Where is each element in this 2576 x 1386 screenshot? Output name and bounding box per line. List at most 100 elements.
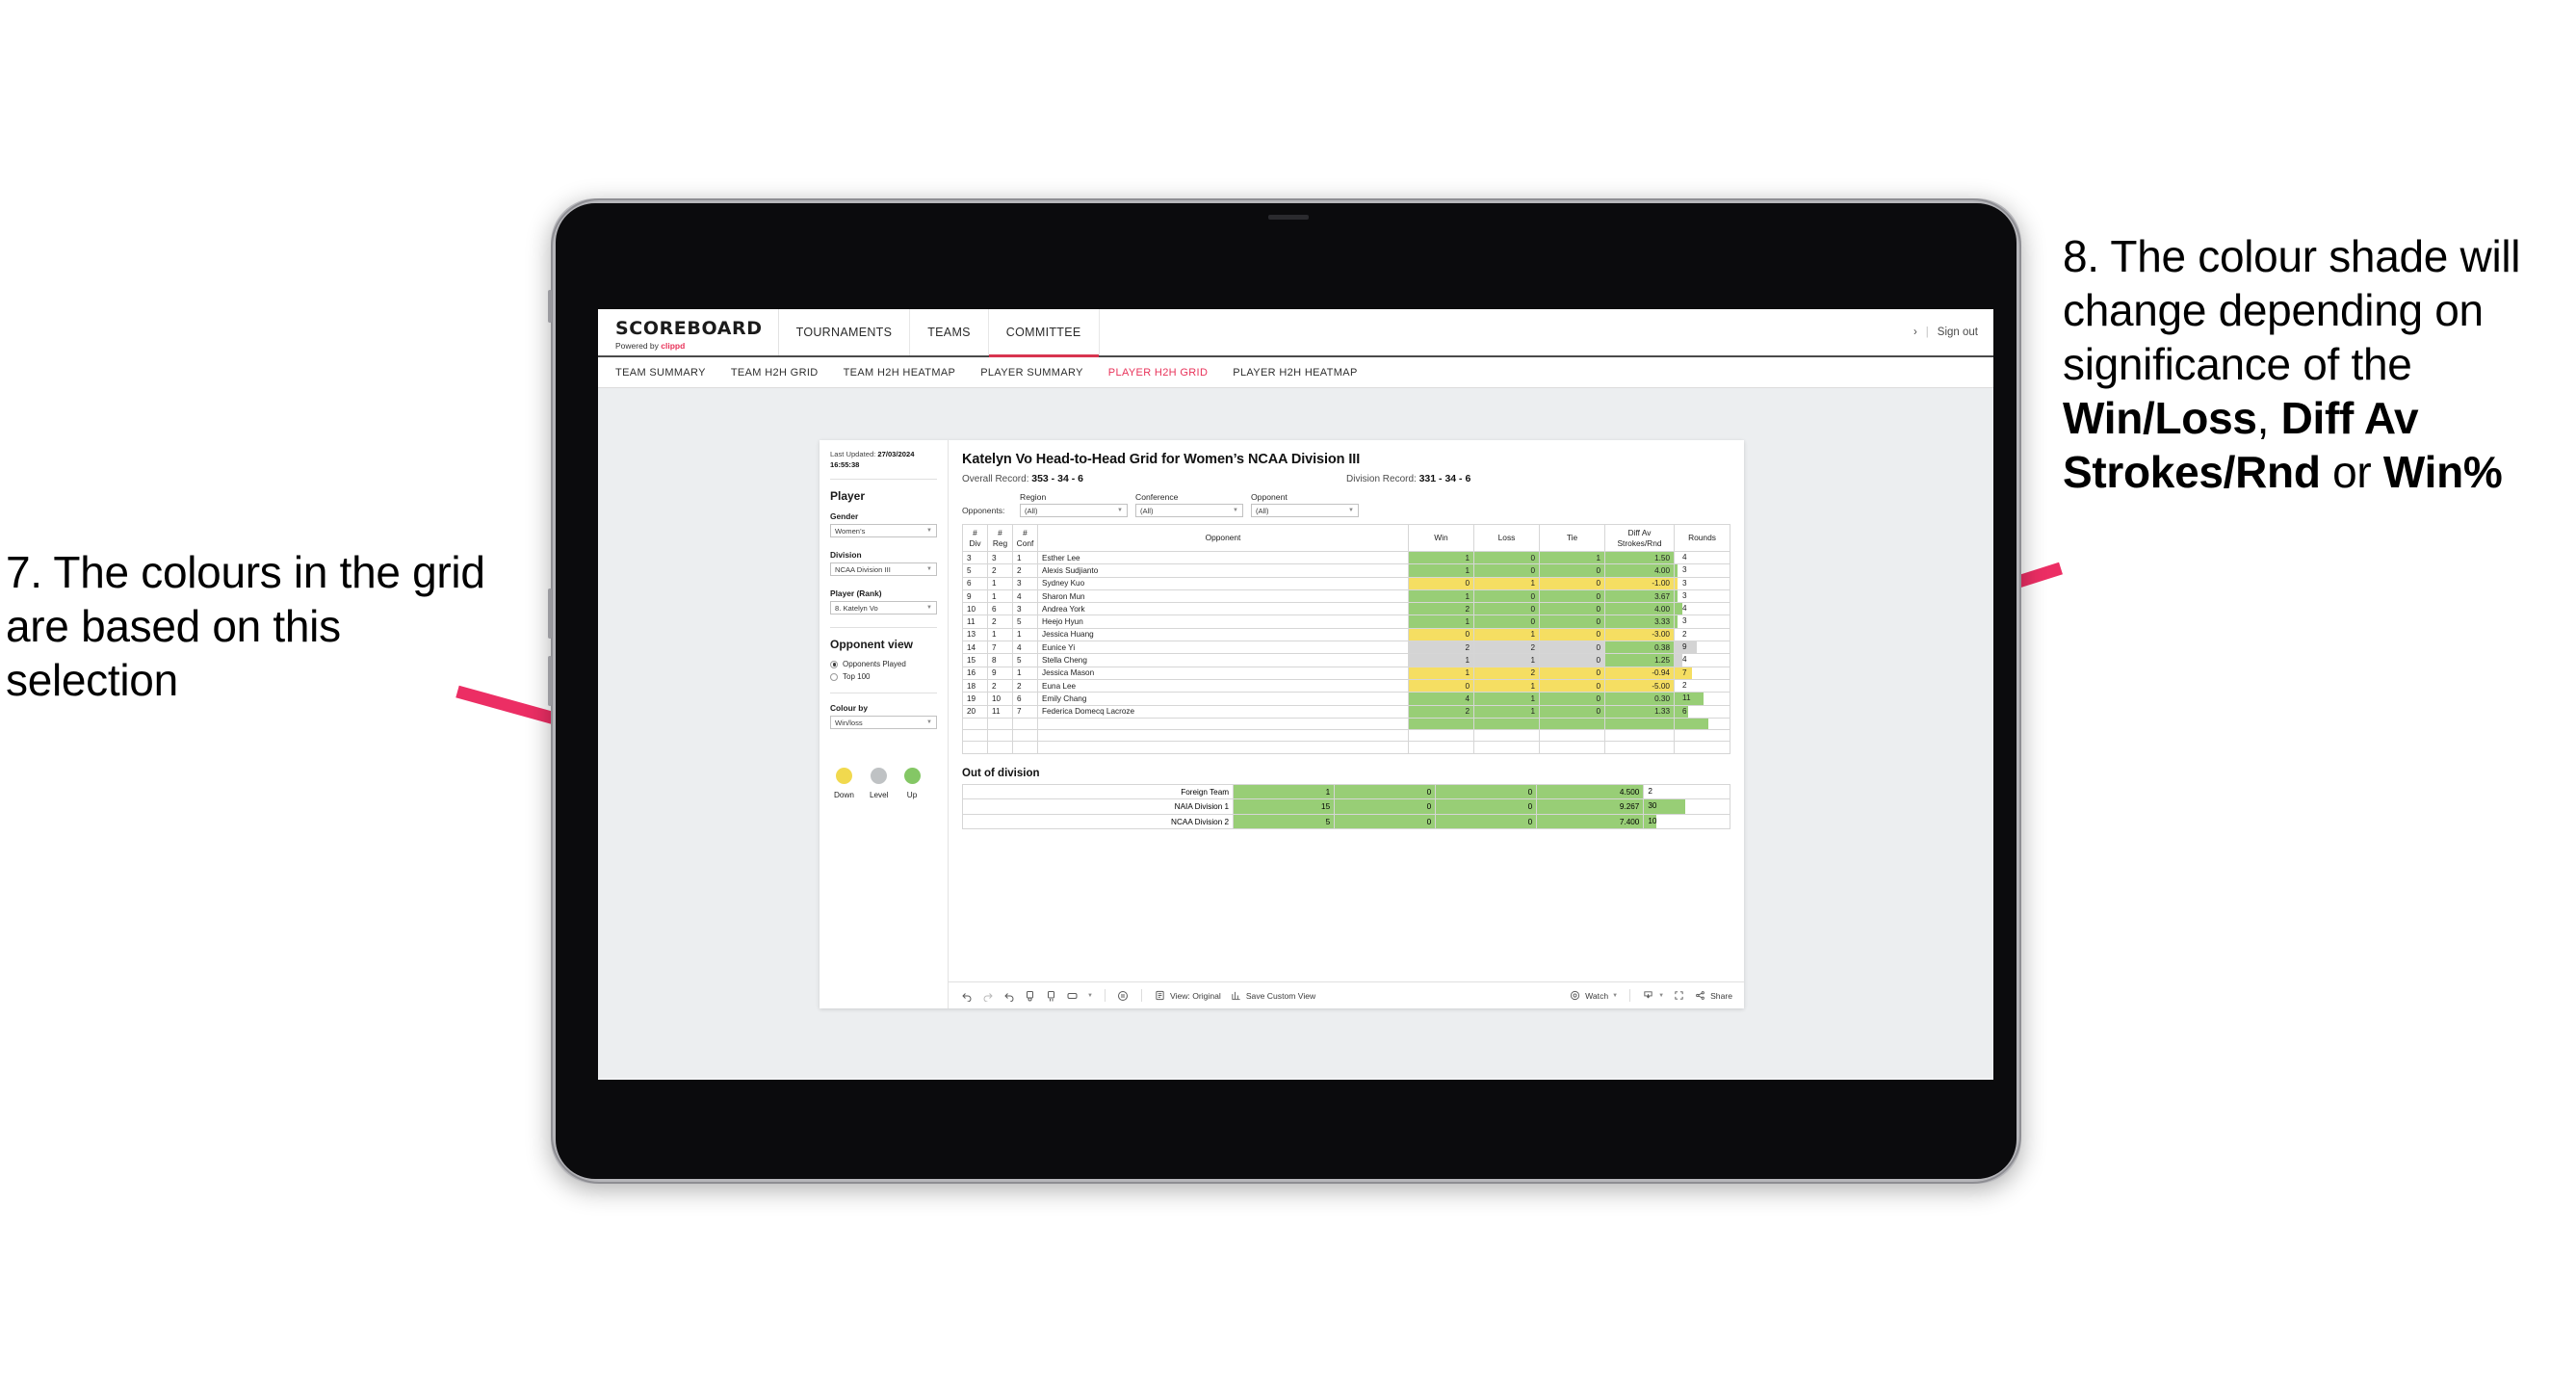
share-button[interactable]: Share <box>1694 989 1732 1002</box>
opponent-select[interactable]: (All) ▼ <box>1251 504 1359 517</box>
brand-logo[interactable]: SCOREBOARD Powered by clippd <box>598 309 779 355</box>
legend-dot-level <box>871 768 888 785</box>
cell-group-name: NAIA Division 1 <box>961 798 1235 815</box>
subnav-team-h2h-grid[interactable]: TEAM H2H GRID <box>731 367 819 379</box>
cell-tie: 0 <box>1539 627 1605 642</box>
col-reg-l1: # <box>998 528 1002 537</box>
table-row[interactable]: 9 1 4 Sharon Mun 1 0 0 3.67 3 <box>962 588 1730 604</box>
fullscreen-icon[interactable] <box>1673 989 1685 1002</box>
table-row[interactable]: 13 1 1 Jessica Huang 0 1 0 -3.00 2 <box>962 627 1730 642</box>
col-div[interactable]: # Div <box>962 524 988 552</box>
col-win[interactable]: Win <box>1408 524 1474 552</box>
col-tie[interactable]: Tie <box>1539 524 1605 552</box>
revert-icon[interactable] <box>1002 989 1015 1002</box>
col-diff-l2: Strokes/Rnd <box>1617 537 1662 548</box>
table-row[interactable]: 15 8 5 Stella Cheng 1 1 0 1.25 4 <box>962 653 1730 667</box>
subnav-player-summary[interactable]: PLAYER SUMMARY <box>980 367 1083 379</box>
brand-logo-text: SCOREBOARD <box>615 317 763 339</box>
out-of-division-row[interactable]: Foreign Team 1 0 0 4.500 2 <box>961 783 1730 800</box>
table-row[interactable]: 14 7 4 Eunice Yi 2 2 0 0.38 9 <box>962 641 1730 655</box>
cell-conf: 1 <box>1012 666 1038 680</box>
radio-opponents-played[interactable]: Opponents Played <box>830 660 937 668</box>
device-layout-icon[interactable] <box>1066 989 1079 1002</box>
table-row[interactable]: 20 11 7 Federica Domecq Lacroze 2 1 0 1.33 6 <box>962 704 1730 719</box>
chevron-down-icon[interactable]: ▼ <box>1087 993 1093 999</box>
table-row[interactable]: 5 2 2 Alexis Sudjianto 1 0 0 4.00 3 <box>962 563 1730 578</box>
cell-loss: 2 <box>1473 666 1540 680</box>
table-row-clipped[interactable] <box>962 717 1730 731</box>
col-reg[interactable]: # Reg <box>987 524 1013 552</box>
table-row[interactable]: 6 1 3 Sydney Kuo 0 1 0 -1.00 3 <box>962 576 1730 590</box>
player-rank-select[interactable]: 8. Katelyn Vo ▼ <box>830 601 937 615</box>
cell-reg: 10 <box>987 692 1013 706</box>
pause-icon[interactable] <box>1117 989 1130 1002</box>
cell-conf: 1 <box>1012 550 1038 565</box>
gender-select[interactable]: Women’s ▼ <box>830 524 937 538</box>
col-rounds[interactable]: Rounds <box>1674 524 1730 552</box>
table-row[interactable]: 11 2 5 Heejo Hyun 1 0 0 3.33 3 <box>962 615 1730 629</box>
out-of-division-row[interactable]: NCAA Division 2 5 0 0 7.400 10 <box>961 813 1730 830</box>
subnav-player-h2h-grid[interactable]: PLAYER H2H GRID <box>1108 367 1208 379</box>
dashboard-canvas: Last Updated: 27/03/2024 16:55:38 Player… <box>598 388 1993 1078</box>
redo-icon[interactable] <box>981 989 994 1002</box>
pause-auto-update-icon[interactable] <box>1045 989 1057 1002</box>
save-custom-view-button[interactable]: Save Custom View <box>1230 989 1315 1002</box>
cell-loss: 1 <box>1473 692 1540 706</box>
table-row-empty <box>962 729 1730 743</box>
divider-2 <box>830 627 937 629</box>
cell-tie: 0 <box>1435 798 1538 815</box>
col-conf[interactable]: # Conf <box>1012 524 1038 552</box>
table-row[interactable]: 3 3 1 Esther Lee 1 0 1 1.50 4 <box>962 550 1730 565</box>
cell-loss: 1 <box>1473 627 1540 642</box>
conference-select[interactable]: (All) ▼ <box>1135 504 1243 517</box>
table-row[interactable]: 19 10 6 Emily Chang 4 1 0 0.30 11 <box>962 692 1730 706</box>
device-button-volume-up[interactable] <box>548 588 552 639</box>
cell-loss: 0 <box>1334 798 1437 815</box>
cell-reg: 9 <box>987 666 1013 680</box>
chevron-down-icon: ▼ <box>1348 508 1354 513</box>
player-rank-label: Player (Rank) <box>830 588 882 599</box>
subnav-team-summary[interactable]: TEAM SUMMARY <box>615 367 706 379</box>
table-row[interactable]: 16 9 1 Jessica Mason 1 2 0 -0.94 7 <box>962 666 1730 680</box>
view-icon <box>1154 989 1166 1002</box>
radio-top-100[interactable]: Top 100 <box>830 672 937 681</box>
cell-rounds: 11 <box>1674 692 1730 706</box>
table-row[interactable]: 18 2 2 Euna Lee 0 1 0 -5.00 2 <box>962 678 1730 693</box>
division-select[interactable]: NCAA Division III ▼ <box>830 562 937 577</box>
watch-icon <box>1569 989 1581 1002</box>
chevron-right-icon[interactable]: › <box>1913 327 1917 338</box>
subnav-team-h2h-heatmap[interactable]: TEAM H2H HEATMAP <box>844 367 956 379</box>
last-updated-label: Last Updated: <box>830 450 878 458</box>
divider-toolbar-3 <box>1629 989 1631 1002</box>
col-diff-av-strokes[interactable]: Diff Av Strokes/Rnd <box>1604 524 1675 552</box>
radio-label-opponents-played: Opponents Played <box>843 660 906 669</box>
player-rank-field: Player (Rank) 8. Katelyn Vo ▼ <box>830 588 937 615</box>
watch-button[interactable]: Watch ▼ <box>1569 989 1618 1002</box>
cell-opponent: Jessica Huang <box>1037 627 1409 642</box>
region-select[interactable]: (All) ▼ <box>1020 504 1128 517</box>
player-rank-value: 8. Katelyn Vo <box>835 603 878 613</box>
device-button-volume-down[interactable] <box>548 656 552 706</box>
refresh-icon[interactable] <box>1024 989 1036 1002</box>
conference-label: Conference <box>1135 492 1179 502</box>
view-original-button[interactable]: View: Original <box>1154 989 1221 1002</box>
colour-by-select[interactable]: Win/loss ▼ <box>830 716 937 730</box>
download-button[interactable]: ▼ <box>1642 989 1664 1002</box>
table-row[interactable]: 10 6 3 Andrea York 2 0 0 4.00 4 <box>962 602 1730 616</box>
nav-tournaments[interactable]: TOURNAMENTS <box>779 309 911 355</box>
device-button-power[interactable] <box>548 290 552 323</box>
nav-committee[interactable]: COMMITTEE <box>988 309 1100 357</box>
cell-rounds: 6 <box>1674 704 1730 719</box>
sign-out-button[interactable]: Sign out <box>1938 327 1978 338</box>
col-conf-l1: # <box>1023 528 1028 537</box>
legend-dot-down <box>835 768 852 785</box>
col-loss[interactable]: Loss <box>1473 524 1540 552</box>
out-of-division-row[interactable]: NAIA Division 1 15 0 0 9.267 30 <box>961 798 1730 815</box>
col-opponent[interactable]: Opponent <box>1037 524 1409 552</box>
region-label: Region <box>1020 492 1047 502</box>
cell-diff: 7.400 <box>1536 813 1645 830</box>
undo-icon[interactable] <box>960 989 973 1002</box>
subnav-player-h2h-heatmap[interactable]: PLAYER H2H HEATMAP <box>1233 367 1357 379</box>
cell-div: 11 <box>962 615 988 629</box>
nav-teams[interactable]: TEAMS <box>910 309 989 355</box>
